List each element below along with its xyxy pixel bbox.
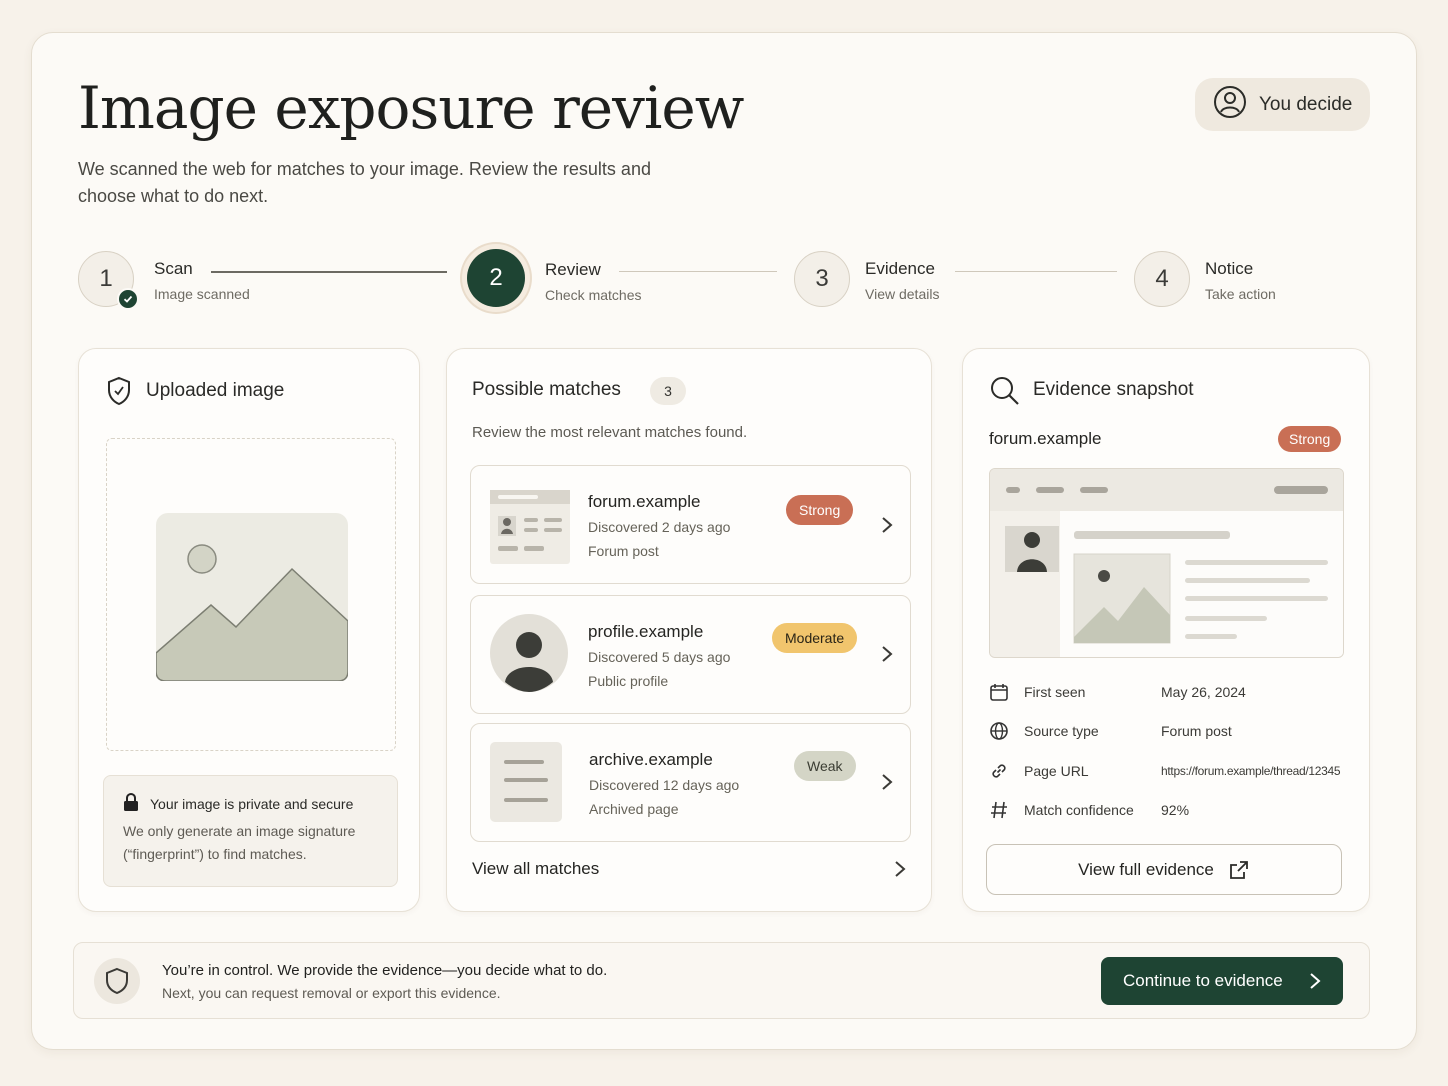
step-label: Scan bbox=[154, 259, 193, 278]
match-card-profile[interactable]: profile.example Discovered 5 days ago Pu… bbox=[470, 595, 911, 714]
checkmark-icon bbox=[117, 288, 139, 310]
globe-icon bbox=[990, 722, 1008, 740]
step-label: Notice bbox=[1205, 259, 1254, 278]
evidence-row-source-type: Source type Forum post bbox=[989, 716, 1359, 746]
uploaded-image-panel: Uploaded image Your image is private and… bbox=[78, 348, 420, 912]
view-all-label: View all matches bbox=[472, 859, 600, 878]
control-banner-title: You’re in control. We provide the eviden… bbox=[162, 962, 608, 979]
step-notice[interactable]: 4 Notice Take action bbox=[1134, 251, 1276, 307]
match-name: forum.example bbox=[588, 492, 701, 511]
step-number: 3 bbox=[794, 251, 850, 307]
user-circle-icon bbox=[1213, 85, 1247, 125]
evidence-row-page-url: Page URL https://forum.example/thread/12… bbox=[989, 756, 1359, 786]
evidence-label: Page URL bbox=[1024, 763, 1089, 779]
control-banner: You’re in control. We provide the eviden… bbox=[73, 942, 1370, 1019]
step-evidence[interactable]: 3 Evidence View details bbox=[794, 251, 939, 307]
strength-badge: Moderate bbox=[772, 623, 858, 653]
link-icon bbox=[992, 764, 1006, 778]
page-subtitle: We scanned the web for matches to your i… bbox=[78, 159, 651, 206]
shield-icon bbox=[94, 958, 140, 1004]
match-discovered: Discovered 12 days ago bbox=[589, 777, 740, 793]
evidence-label: Match confidence bbox=[1024, 802, 1134, 818]
chevron-right-icon bbox=[1310, 973, 1321, 989]
step-label: Review bbox=[545, 260, 601, 279]
step-connector bbox=[955, 271, 1117, 272]
evidence-value: 92% bbox=[1161, 802, 1190, 818]
match-type: Archived page bbox=[589, 801, 679, 817]
you-decide-button[interactable]: You decide bbox=[1195, 78, 1370, 131]
view-full-evidence-label: View full evidence bbox=[1078, 859, 1214, 879]
match-discovered: Discovered 2 days ago bbox=[588, 519, 731, 535]
step-number: 4 bbox=[1134, 251, 1190, 307]
match-card-forum[interactable]: forum.example Discovered 2 days ago Foru… bbox=[470, 465, 911, 584]
step-connector bbox=[619, 271, 777, 272]
match-name: archive.example bbox=[589, 750, 713, 769]
external-link-icon bbox=[1229, 860, 1248, 879]
chevron-right-icon bbox=[882, 646, 893, 662]
match-name: profile.example bbox=[588, 622, 704, 641]
continue-label: Continue to evidence bbox=[1123, 971, 1283, 990]
view-all-matches-link[interactable]: View all matches bbox=[472, 849, 912, 889]
privacy-notice: Your image is private and secure We only… bbox=[103, 775, 398, 887]
image-placeholder-icon bbox=[156, 513, 348, 681]
step-scan[interactable]: 1 Scan Image scanned bbox=[78, 251, 250, 310]
image-dropzone[interactable] bbox=[106, 438, 396, 751]
you-decide-label: You decide bbox=[1259, 93, 1353, 115]
strength-badge: Strong bbox=[786, 495, 854, 525]
evidence-label: Source type bbox=[1024, 723, 1099, 739]
step-sub: Check matches bbox=[545, 287, 642, 303]
evidence-domain: forum.example bbox=[989, 429, 1102, 448]
matches-title: Possible matches bbox=[472, 379, 621, 400]
step-number: 2 bbox=[467, 249, 525, 307]
evidence-row-first-seen: First seen May 26, 2024 bbox=[989, 677, 1359, 707]
shield-check-icon bbox=[105, 376, 133, 411]
lock-icon bbox=[123, 792, 139, 817]
match-discovered: Discovered 5 days ago bbox=[588, 649, 731, 665]
privacy-body: We only generate an image signature (“fi… bbox=[123, 823, 356, 862]
evidence-value: May 26, 2024 bbox=[1161, 684, 1246, 700]
step-label: Evidence bbox=[865, 259, 935, 278]
continue-to-evidence-button[interactable]: Continue to evidence bbox=[1101, 957, 1343, 1005]
forum-thumbnail-icon bbox=[490, 490, 570, 564]
chevron-right-icon bbox=[882, 517, 893, 533]
chevron-right-icon bbox=[882, 774, 893, 790]
evidence-value: Forum post bbox=[1161, 723, 1232, 739]
evidence-preview[interactable] bbox=[989, 468, 1344, 658]
match-type: Public profile bbox=[588, 673, 669, 689]
matches-subtitle: Review the most relevant matches found. bbox=[472, 424, 748, 441]
step-sub: Image scanned bbox=[154, 286, 250, 302]
match-card-archive[interactable]: archive.example Discovered 12 days ago A… bbox=[470, 723, 911, 842]
privacy-title: Your image is private and secure bbox=[150, 796, 354, 812]
evidence-row-confidence: Match confidence 92% bbox=[989, 795, 1359, 825]
step-review[interactable]: 2 Review Check matches bbox=[467, 249, 641, 307]
evidence-title: Evidence snapshot bbox=[1033, 379, 1194, 400]
match-type: Forum post bbox=[588, 543, 659, 559]
step-sub: Take action bbox=[1205, 286, 1276, 302]
matches-panel: Possible matches 3 Review the most relev… bbox=[446, 348, 932, 912]
matches-count-badge: 3 bbox=[650, 377, 686, 405]
view-full-evidence-button[interactable]: View full evidence bbox=[986, 844, 1342, 895]
step-sub: View details bbox=[865, 286, 940, 302]
search-icon bbox=[991, 377, 1019, 405]
document-icon bbox=[490, 742, 562, 822]
uploaded-image-title: Uploaded image bbox=[146, 380, 285, 401]
profile-avatar-icon bbox=[490, 614, 568, 692]
chevron-right-icon bbox=[895, 861, 906, 877]
page-title: Image exposure review bbox=[78, 74, 744, 142]
evidence-panel: Evidence snapshot forum.example Strong F… bbox=[962, 348, 1370, 912]
evidence-url-link[interactable]: https://forum.example/thread/12345 bbox=[1161, 764, 1341, 778]
step-number: 1 bbox=[78, 251, 139, 310]
evidence-label: First seen bbox=[1024, 684, 1086, 700]
strength-badge: Strong bbox=[1278, 426, 1342, 452]
control-banner-subtitle: Next, you can request removal or export … bbox=[162, 985, 501, 1001]
strength-badge: Weak bbox=[794, 751, 856, 781]
hash-icon bbox=[991, 801, 1007, 819]
webpage-preview-icon bbox=[990, 469, 1343, 657]
calendar-icon bbox=[990, 684, 1008, 701]
